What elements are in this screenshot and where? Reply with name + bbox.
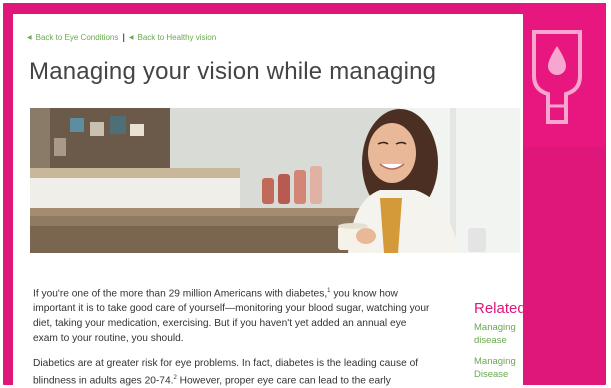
- breadcrumb-separator: |: [122, 32, 125, 42]
- related-link[interactable]: Managing Disease: [474, 355, 523, 381]
- paragraph-2-text-b: However, proper eye care can lead to the…: [176, 375, 391, 387]
- related-title: Related: [474, 300, 523, 317]
- back-eye-conditions-link[interactable]: ◀ Back to Eye Conditions: [27, 33, 118, 42]
- article-page: ◀ Back to Eye Conditions | ◀ Back to Hea…: [13, 14, 523, 388]
- paragraph-2: Diabetics are at greater risk for eye pr…: [33, 356, 433, 388]
- hero-image: [30, 108, 520, 253]
- back-healthy-vision-link[interactable]: ◀ Back to Healthy vision: [129, 33, 216, 42]
- paragraph-1-text-a: If you're one of the more than 29 millio…: [33, 288, 328, 300]
- back-eye-conditions-label: Back to Eye Conditions: [35, 32, 119, 42]
- page-title: Managing your vision while managing: [29, 58, 437, 85]
- related-link[interactable]: Managing disease: [474, 321, 523, 347]
- paragraph-1: If you're one of the more than 29 millio…: [33, 284, 433, 346]
- breadcrumb: ◀ Back to Eye Conditions | ◀ Back to Hea…: [27, 32, 216, 42]
- related-sidebar: Related Managing disease Managing Diseas…: [474, 300, 523, 388]
- article-body: If you're one of the more than 29 millio…: [33, 284, 433, 388]
- chevron-left-icon: ◀: [128, 34, 134, 41]
- chevron-left-icon: ◀: [27, 34, 32, 41]
- iv-drop-icon: [532, 30, 582, 124]
- back-healthy-vision-label: Back to Healthy vision: [137, 32, 217, 42]
